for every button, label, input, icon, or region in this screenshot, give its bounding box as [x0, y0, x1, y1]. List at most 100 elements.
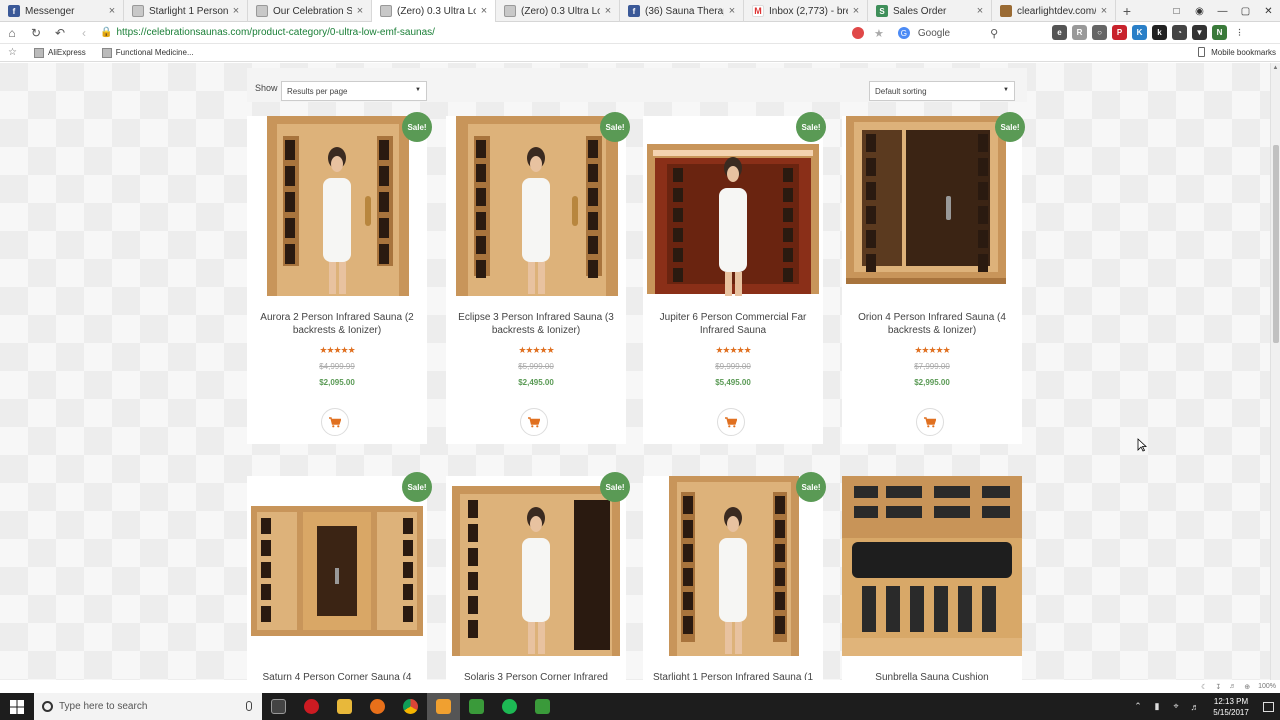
home-icon[interactable]: ⌂ — [0, 26, 24, 40]
back-icon[interactable]: ‹ — [72, 26, 96, 40]
browser-tab[interactable]: (Zero) 0.3 Ultra Low EM× — [372, 0, 496, 22]
product-image[interactable] — [446, 116, 626, 296]
green-app-2-icon[interactable] — [526, 693, 559, 720]
browser-tab[interactable]: M Inbox (2,773) - brett272× — [744, 0, 868, 22]
browser-tab[interactable]: clearlightdev.com/saun× — [992, 0, 1116, 22]
product-name[interactable]: Starlight 1 Person Infrared Sauna (1 — [651, 671, 815, 680]
new-tab-button[interactable]: + — [1116, 0, 1138, 21]
close-tab-icon[interactable]: × — [975, 5, 985, 17]
maximize-button[interactable]: ▢ — [1234, 6, 1257, 17]
ext-dark-k-icon[interactable]: k — [1152, 25, 1167, 40]
close-tab-icon[interactable]: × — [727, 5, 737, 17]
ext-r-icon[interactable]: R — [1072, 25, 1087, 40]
mobile-bookmarks[interactable]: Mobile bookmarks — [1198, 47, 1276, 57]
task-view-icon[interactable] — [262, 693, 295, 720]
firefox-icon[interactable] — [361, 693, 394, 720]
product-image[interactable] — [446, 476, 626, 656]
product-card[interactable]: Sale! Jupiter 6 Person Commercial Far Inf… — [643, 112, 826, 444]
add-to-cart-button[interactable] — [520, 408, 548, 436]
product-card[interactable]: Sale! Eclipse 3 Person Infrared Sauna (3 … — [446, 112, 630, 444]
opera-icon[interactable] — [295, 693, 328, 720]
file-explorer-icon[interactable] — [328, 693, 361, 720]
pinterest-icon[interactable]: P — [1112, 25, 1127, 40]
product-card[interactable]: Sale! Aurora 2 Person Infrared Sauna (2 b… — [247, 112, 432, 444]
speaker-icon[interactable]: ♬ — [1187, 702, 1203, 712]
minimize-button[interactable]: — — [1211, 6, 1234, 17]
close-tab-icon[interactable]: × — [851, 5, 861, 17]
product-image[interactable] — [247, 116, 427, 296]
evernote-icon[interactable]: e — [1052, 25, 1067, 40]
menu-icon[interactable]: ⋮ — [1232, 25, 1247, 40]
start-button[interactable] — [0, 693, 34, 720]
extension-icon[interactable]: ◉ — [1188, 6, 1211, 17]
chrome-icon[interactable] — [394, 693, 427, 720]
undo-icon[interactable]: ↶ — [48, 26, 72, 40]
product-name[interactable]: Jupiter 6 Person Commercial Far Infrared… — [651, 311, 815, 337]
product-name[interactable]: Aurora 2 Person Infrared Sauna (2 backre… — [255, 311, 419, 337]
product-image[interactable] — [842, 476, 1022, 656]
pocket-icon[interactable]: ▼ — [1192, 25, 1207, 40]
bookmark-aliexpress[interactable]: AliExpress — [34, 47, 86, 58]
browser-tab[interactable]: f Messenger × — [0, 0, 124, 22]
product-card[interactable]: Sale! Starlight 1 Person Infrared Sauna (… — [643, 472, 826, 680]
close-tab-icon[interactable]: × — [231, 5, 241, 17]
page-scrollbar[interactable]: ▲ — [1270, 63, 1280, 680]
product-name[interactable]: Saturn 4 Person Corner Sauna (4 — [255, 671, 419, 680]
product-card[interactable]: Sale! Orion 4 Person Infrared Sauna (4 ba… — [842, 112, 1025, 444]
search-engine-field[interactable]: G Google ⚲ — [897, 27, 1018, 40]
close-tab-icon[interactable]: × — [107, 5, 117, 17]
battery-icon[interactable]: ▮ — [1149, 701, 1165, 712]
product-name[interactable]: Solaris 3 Person Corner Infrared Sauna — [454, 671, 618, 680]
speedometer-icon[interactable]: ◔ — [1172, 25, 1187, 40]
bookmarks-star-icon[interactable]: ☆ — [8, 47, 22, 58]
browser-tab[interactable]: Our Celebration Sauna× — [248, 0, 372, 22]
close-window-button[interactable]: ✕ — [1257, 6, 1280, 17]
add-to-cart-button[interactable] — [321, 408, 349, 436]
system-clock[interactable]: 12:13 PM 5/15/2017 — [1206, 696, 1256, 718]
add-to-cart-button[interactable] — [916, 408, 944, 436]
browser-tab[interactable]: Starlight 1 Person Infrar× — [124, 0, 248, 22]
notifications-icon[interactable] — [1256, 693, 1280, 720]
microphone-icon[interactable] — [246, 701, 252, 711]
zoom-icon[interactable]: ⊕ — [1244, 683, 1250, 691]
close-tab-icon[interactable]: × — [355, 5, 365, 17]
url-field[interactable]: 🔒 https://celebrationsaunas.com/product-… — [100, 27, 820, 38]
close-tab-icon[interactable]: × — [603, 5, 613, 17]
scrollbar-thumb[interactable] — [1273, 145, 1279, 343]
product-image[interactable] — [842, 116, 1022, 296]
product-name[interactable]: Sunbrella Sauna Cushion — [850, 671, 1014, 680]
ext-new-icon[interactable]: N — [1212, 25, 1227, 40]
account-icon[interactable]: □ — [1165, 6, 1188, 17]
search-icon[interactable]: ⚲ — [990, 27, 998, 40]
download-icon[interactable]: ↧ — [1215, 683, 1221, 691]
volume-icon[interactable]: ♬ — [1229, 683, 1236, 690]
sorting-select[interactable]: Default sorting ▼ — [869, 81, 1015, 101]
product-card[interactable]: Sale! Solaris 3 Person Corner Infrared Sa… — [446, 472, 630, 680]
add-to-cart-button[interactable] — [717, 408, 745, 436]
taskbar-search-box[interactable]: Type here to search — [34, 693, 262, 720]
close-tab-icon[interactable]: × — [1099, 5, 1109, 17]
product-name[interactable]: Eclipse 3 Person Infrared Sauna (3 backr… — [454, 311, 618, 337]
bookmark-star-icon[interactable]: ★ — [874, 27, 884, 40]
product-image[interactable] — [643, 116, 823, 296]
reload-icon[interactable]: ↻ — [24, 26, 48, 40]
close-tab-icon[interactable]: × — [479, 5, 489, 17]
browser-tab[interactable]: f (36) Sauna Therapy Deta× — [620, 0, 744, 22]
product-card[interactable]: Sunbrella Sauna Cushion — [842, 476, 1022, 680]
scroll-up-icon[interactable]: ▲ — [1271, 63, 1280, 73]
results-per-page-select[interactable]: Results per page ▼ — [281, 81, 427, 101]
green-app-icon[interactable] — [460, 693, 493, 720]
bookmark-functional-medicine[interactable]: Functional Medicine... — [101, 47, 194, 58]
tray-chevron-up-icon[interactable]: ⌃ — [1130, 701, 1146, 712]
spotify-icon[interactable] — [493, 693, 526, 720]
ext-circle-icon[interactable]: ○ — [1092, 25, 1107, 40]
product-name[interactable]: Orion 4 Person Infrared Sauna (4 backres… — [850, 311, 1014, 337]
product-image[interactable] — [247, 476, 427, 656]
ext-k-icon[interactable]: K — [1132, 25, 1147, 40]
night-mode-icon[interactable]: ☾ — [1201, 683, 1207, 691]
adblock-icon[interactable] — [852, 27, 864, 39]
network-icon[interactable]: ⌖ — [1168, 701, 1184, 712]
product-card[interactable]: Sale! Saturn 4 Person Corner Sauna (4 — [247, 472, 432, 680]
browser-tab[interactable]: (Zero) 0.3 Ultra Low EM× — [496, 0, 620, 22]
browser-tab[interactable]: S Sales Order × — [868, 0, 992, 22]
